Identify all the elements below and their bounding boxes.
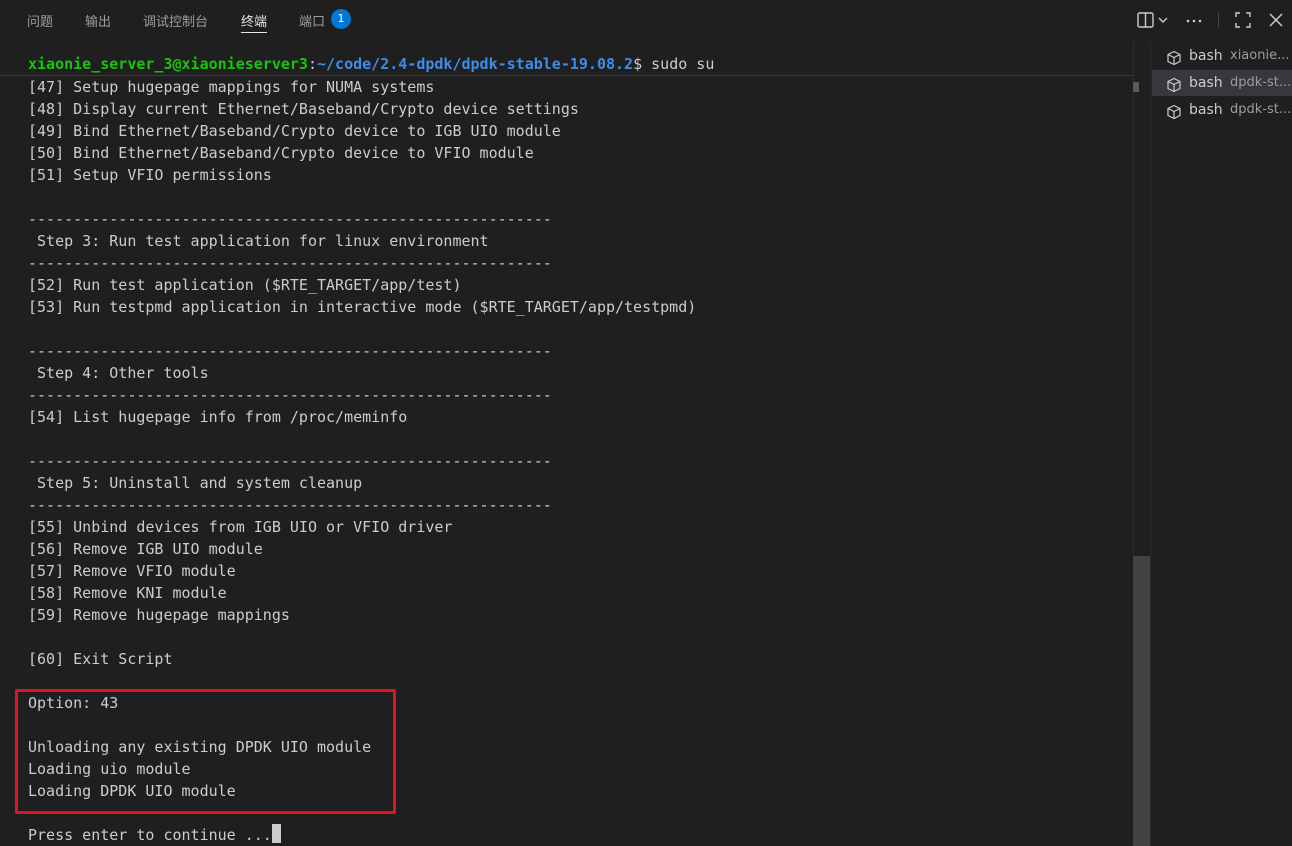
terminal-line: [60] Exit Script — [28, 650, 173, 668]
terminal-prompt: xiaonie_server_3@xiaonieserver3:~/code/2… — [28, 53, 714, 75]
terminal-line: [53] Run testpmd application in interact… — [28, 298, 697, 316]
terminal-line: [50] Bind Ethernet/Baseband/Crypto devic… — [28, 144, 534, 162]
terminal-instance-label: bash — [1189, 75, 1223, 91]
prompt-separator: : — [307, 55, 317, 73]
tab-output[interactable]: 输出 — [85, 11, 111, 30]
terminal-line: [57] Remove VFIO module — [28, 562, 236, 580]
terminal-instance-label: bash — [1189, 48, 1223, 64]
highlight-box — [15, 689, 396, 814]
terminal-line: [52] Run test application ($RTE_TARGET/a… — [28, 276, 462, 294]
terminal-line: [48] Display current Ethernet/Baseband/C… — [28, 100, 579, 118]
close-icon[interactable] — [1266, 10, 1286, 30]
terminal-instance-description: dpdk-st... — [1230, 102, 1292, 117]
terminal-instance-description: xiaonie... — [1230, 48, 1290, 63]
terminal-line: Step 3: Run test application for linux e… — [28, 232, 489, 250]
terminal-line: [59] Remove hugepage mappings — [28, 606, 290, 624]
terminal-line: Step 5: Uninstall and system cleanup — [28, 474, 363, 492]
prompt-user: xiaonie_server_3@xiaonieserver3 — [28, 55, 308, 73]
tab-problems[interactable]: 问题 — [27, 11, 53, 30]
terminal-line: ----------------------------------------… — [28, 386, 552, 404]
terminal-line: [55] Unbind devices from IGB UIO or VFIO… — [28, 518, 453, 536]
terminal-line: Step 4: Other tools — [28, 364, 209, 382]
terminal-cube-icon — [1166, 102, 1182, 120]
terminal-instance-label: bash — [1189, 102, 1223, 118]
maximize-panel-icon[interactable] — [1233, 10, 1253, 30]
scrollbar-marker — [1133, 82, 1139, 92]
terminal-line: ----------------------------------------… — [28, 254, 552, 272]
terminal-tabs-list: bash xiaonie... bash dpdk-st... bash dpd… — [1150, 42, 1292, 846]
terminal-instance-description: dpdk-st... — [1230, 75, 1292, 90]
terminal-instance-3[interactable]: bash dpdk-st... — [1152, 97, 1292, 123]
terminal-line: [51] Setup VFIO permissions — [28, 166, 272, 184]
terminal-line: ----------------------------------------… — [28, 342, 552, 360]
more-actions-icon[interactable] — [1184, 10, 1204, 30]
terminal-line: ----------------------------------------… — [28, 496, 552, 514]
split-terminal-icon[interactable] — [1136, 10, 1156, 30]
toolbar-divider — [1218, 12, 1219, 28]
ports-count-badge: 1 — [331, 9, 351, 29]
terminal-line: [54] List hugepage info from /proc/memin… — [28, 408, 408, 426]
terminal-output[interactable]: xiaonie_server_3@xiaonieserver3:~/code/2… — [0, 42, 1133, 846]
terminal-line: ----------------------------------------… — [28, 210, 552, 228]
terminal-instance-2[interactable]: bash dpdk-st... — [1152, 70, 1292, 96]
tab-terminal[interactable]: 终端 — [241, 11, 268, 33]
prompt-path: ~/code/2.4-dpdk/dpdk-stable-19.08.2 — [317, 55, 634, 73]
terminal-line: ----------------------------------------… — [28, 452, 552, 470]
prompt-command: $ sudo su — [633, 55, 715, 73]
tab-ports[interactable]: 端口 — [299, 11, 325, 30]
terminal-line: [49] Bind Ethernet/Baseband/Crypto devic… — [28, 122, 561, 140]
tab-debug-console[interactable]: 调试控制台 — [143, 11, 208, 30]
terminal-cube-icon — [1166, 48, 1182, 66]
terminal-line: Press enter to continue ... — [28, 824, 281, 846]
terminal-cursor — [271, 824, 281, 843]
terminal-line: [58] Remove KNI module — [28, 584, 227, 602]
terminal-cube-icon — [1166, 75, 1182, 93]
terminal-line: [47] Setup hugepage mappings for NUMA sy… — [28, 78, 435, 96]
scrollbar-thumb[interactable] — [1133, 556, 1150, 846]
terminal-instance-1[interactable]: bash xiaonie... — [1152, 43, 1292, 69]
panel-tab-bar: 问题 输出 调试控制台 终端 端口 1 — [0, 0, 1292, 40]
chevron-down-icon[interactable] — [1156, 10, 1170, 30]
terminal-line: [56] Remove IGB UIO module — [28, 540, 263, 558]
